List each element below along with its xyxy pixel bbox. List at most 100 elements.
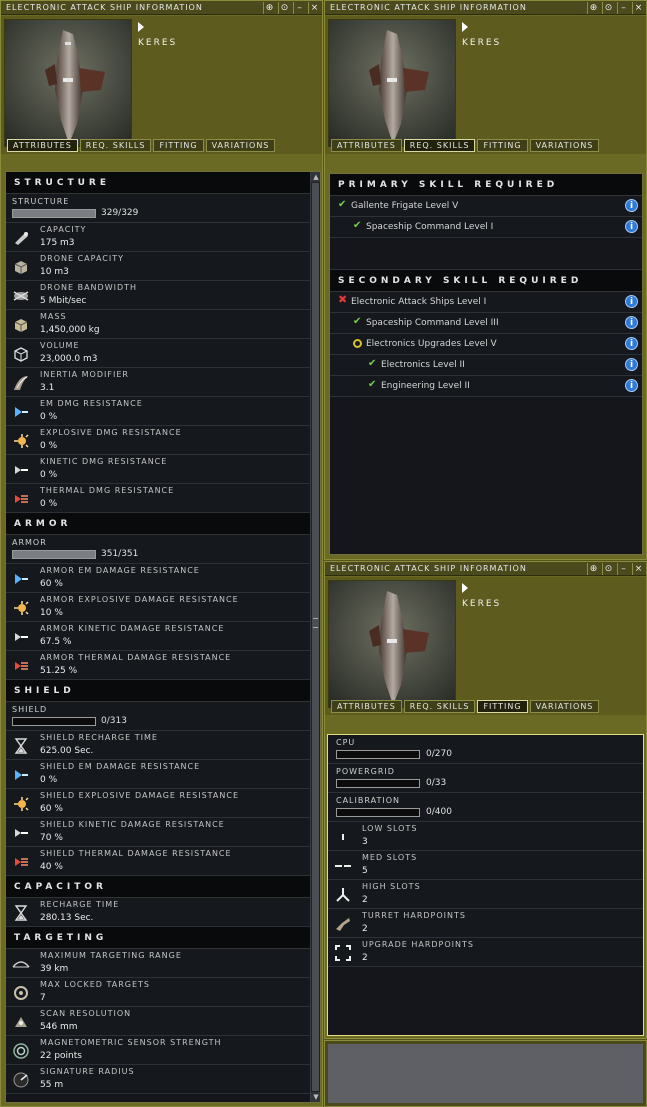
info-icon[interactable]: i bbox=[625, 379, 638, 392]
attribute-label: SCAN RESOLUTION bbox=[40, 1009, 132, 1018]
skill-row[interactable]: ✔ Electronics Level II i bbox=[330, 355, 642, 376]
pin-icon[interactable]: ⊕ bbox=[263, 2, 275, 14]
attribute-row: HIGH SLOTS 2 bbox=[328, 880, 643, 909]
attribute-row: SHIELD EM DAMAGE RESISTANCE 0 % bbox=[6, 760, 310, 789]
close-icon[interactable]: × bbox=[308, 2, 320, 14]
tab-req-skills[interactable]: REQ. SKILLS bbox=[403, 700, 476, 713]
minimize-icon[interactable]: – bbox=[617, 2, 629, 14]
tab-variations[interactable]: VARIATIONS bbox=[205, 139, 276, 152]
attribute-row: KINETIC DMG RESISTANCE 0 % bbox=[6, 455, 310, 484]
close-icon[interactable]: × bbox=[632, 563, 644, 575]
tab-attributes[interactable]: ATTRIBUTES bbox=[331, 139, 402, 152]
minimize-icon[interactable]: – bbox=[293, 2, 305, 14]
title-bar[interactable]: ELECTRONIC ATTACK SHIP INFORMATION ⊕ ⊙ –… bbox=[1, 1, 322, 15]
explosive-resist-icon bbox=[11, 431, 31, 451]
primary-skill-list: ✔ Gallente Frigate Level V i ✔ Spaceship Com… bbox=[330, 196, 642, 238]
skill-name: Gallente Frigate Level V bbox=[351, 201, 459, 211]
req-skills-panel: PRIMARY SKILL REQUIRED ✔ Gallente Frigate… bbox=[329, 173, 643, 555]
skill-row[interactable]: ✔ Spaceship Command Level III i bbox=[330, 313, 642, 334]
attribute-row: MAXIMUM TARGETING RANGE 39 km bbox=[6, 949, 310, 978]
tab-fitting[interactable]: FITTING bbox=[477, 139, 528, 152]
skill-row[interactable]: ✖ Electronic Attack Ships Level I i bbox=[330, 292, 642, 313]
tab-fitting[interactable]: FITTING bbox=[477, 700, 528, 713]
skill-row[interactable]: ✔ Engineering Level II i bbox=[330, 376, 642, 397]
tab-attributes[interactable]: ATTRIBUTES bbox=[331, 700, 402, 713]
attribute-label: SHIELD EM DAMAGE RESISTANCE bbox=[40, 762, 201, 771]
fitting-resource-value: 0/400 bbox=[426, 807, 452, 817]
play-icon[interactable] bbox=[462, 583, 468, 593]
settings-icon[interactable]: ⊙ bbox=[278, 2, 290, 14]
info-icon[interactable]: i bbox=[625, 316, 638, 329]
attribute-value: 3 bbox=[362, 837, 368, 847]
scrollbar[interactable]: ▲ ▼ bbox=[310, 172, 320, 1102]
info-icon[interactable]: i bbox=[625, 199, 638, 212]
tab-req-skills[interactable]: REQ. SKILLS bbox=[403, 139, 476, 152]
armor-section-header: ARMOR bbox=[6, 513, 310, 535]
attribute-label: ARMOR EM DAMAGE RESISTANCE bbox=[40, 566, 200, 575]
attribute-value: 7 bbox=[40, 993, 46, 1003]
pin-icon[interactable]: ⊕ bbox=[587, 563, 599, 575]
skill-row[interactable]: ✔ Gallente Frigate Level V i bbox=[330, 196, 642, 217]
pin-icon[interactable]: ⊕ bbox=[587, 2, 599, 14]
title-bar[interactable]: ELECTRONIC ATTACK SHIP INFORMATION ⊕ ⊙ –… bbox=[325, 562, 646, 576]
explosive-resist-icon bbox=[11, 598, 31, 618]
structure-section-header: STRUCTURE bbox=[6, 172, 310, 194]
settings-icon[interactable]: ⊙ bbox=[602, 563, 614, 575]
attributes-window: ELECTRONIC ATTACK SHIP INFORMATION ⊕ ⊙ –… bbox=[0, 0, 323, 1107]
structure-hp-bar-fill bbox=[13, 210, 95, 217]
em-resist-icon bbox=[11, 569, 31, 589]
ship-header: KERES bbox=[325, 16, 646, 154]
tab-attributes[interactable]: ATTRIBUTES bbox=[7, 139, 78, 152]
mass-icon bbox=[11, 315, 31, 335]
tab-req-skills[interactable]: REQ. SKILLS bbox=[79, 139, 152, 152]
fitting-resource-label: POWERGRID bbox=[336, 767, 395, 776]
attribute-value: 5 Mbit/sec bbox=[40, 296, 87, 306]
fitting-resource-bar bbox=[336, 808, 420, 817]
attribute-row: INERTIA MODIFIER 3.1 bbox=[6, 368, 310, 397]
scroll-thumb[interactable] bbox=[312, 183, 319, 1091]
info-icon[interactable]: i bbox=[625, 337, 638, 350]
close-icon[interactable]: × bbox=[632, 2, 644, 14]
info-icon[interactable]: i bbox=[625, 358, 638, 371]
skill-row[interactable]: Electronics Upgrades Level V i bbox=[330, 334, 642, 355]
settings-icon[interactable]: ⊙ bbox=[602, 2, 614, 14]
scroll-up-icon[interactable]: ▲ bbox=[311, 172, 320, 182]
attribute-label: RECHARGE TIME bbox=[40, 900, 120, 909]
ship-header: KERES bbox=[325, 577, 646, 715]
tab-variations[interactable]: VARIATIONS bbox=[529, 139, 600, 152]
shield-hp-value: 0/313 bbox=[101, 716, 127, 726]
scroll-down-icon[interactable]: ▼ bbox=[311, 1092, 320, 1102]
attributes-panel: STRUCTURE STRUCTURE 329/329 CAPACITY 175 m3 D… bbox=[5, 171, 321, 1103]
attribute-value: 175 m3 bbox=[40, 238, 75, 248]
info-icon[interactable]: i bbox=[625, 220, 638, 233]
attribute-value: 0 % bbox=[40, 412, 58, 422]
fitting-resource-value: 0/270 bbox=[426, 749, 452, 759]
high-slot-icon bbox=[333, 885, 353, 905]
skill-row[interactable]: ✔ Spaceship Command Level I i bbox=[330, 217, 642, 238]
title-bar[interactable]: ELECTRONIC ATTACK SHIP INFORMATION ⊕ ⊙ –… bbox=[325, 1, 646, 15]
tab-fitting[interactable]: FITTING bbox=[153, 139, 204, 152]
minimize-icon[interactable]: – bbox=[617, 563, 629, 575]
attribute-label: SHIELD KINETIC DAMAGE RESISTANCE bbox=[40, 820, 225, 829]
play-icon[interactable] bbox=[138, 22, 144, 32]
tab-variations[interactable]: VARIATIONS bbox=[529, 700, 600, 713]
attribute-value: 1,450,000 kg bbox=[40, 325, 100, 335]
ship-name: KERES bbox=[462, 599, 502, 609]
play-icon[interactable] bbox=[462, 22, 468, 32]
attribute-label: UPGRADE HARDPOINTS bbox=[362, 940, 474, 949]
attribute-value: 22 points bbox=[40, 1051, 82, 1061]
attribute-row: ARMOR EM DAMAGE RESISTANCE 60 % bbox=[6, 564, 310, 593]
em-resist-icon bbox=[11, 765, 31, 785]
attribute-value: 10 m3 bbox=[40, 267, 69, 277]
fitting-panel: CPU 0/270 POWERGRID 0/33 CALIBRATION 0/400 LO… bbox=[327, 734, 644, 1036]
cross-icon: ✖ bbox=[338, 293, 348, 306]
fitting-resource: POWERGRID 0/33 bbox=[328, 764, 643, 793]
skill-name: Spaceship Command Level III bbox=[366, 318, 499, 328]
attribute-label: SIGNATURE RADIUS bbox=[40, 1067, 135, 1076]
attribute-label: TURRET HARDPOINTS bbox=[362, 911, 466, 920]
attribute-value: 2 bbox=[362, 924, 368, 934]
attribute-row: DRONE CAPACITY 10 m3 bbox=[6, 252, 310, 281]
targeting-range-icon bbox=[11, 954, 31, 974]
thermal-resist-icon bbox=[11, 852, 31, 872]
info-icon[interactable]: i bbox=[625, 295, 638, 308]
